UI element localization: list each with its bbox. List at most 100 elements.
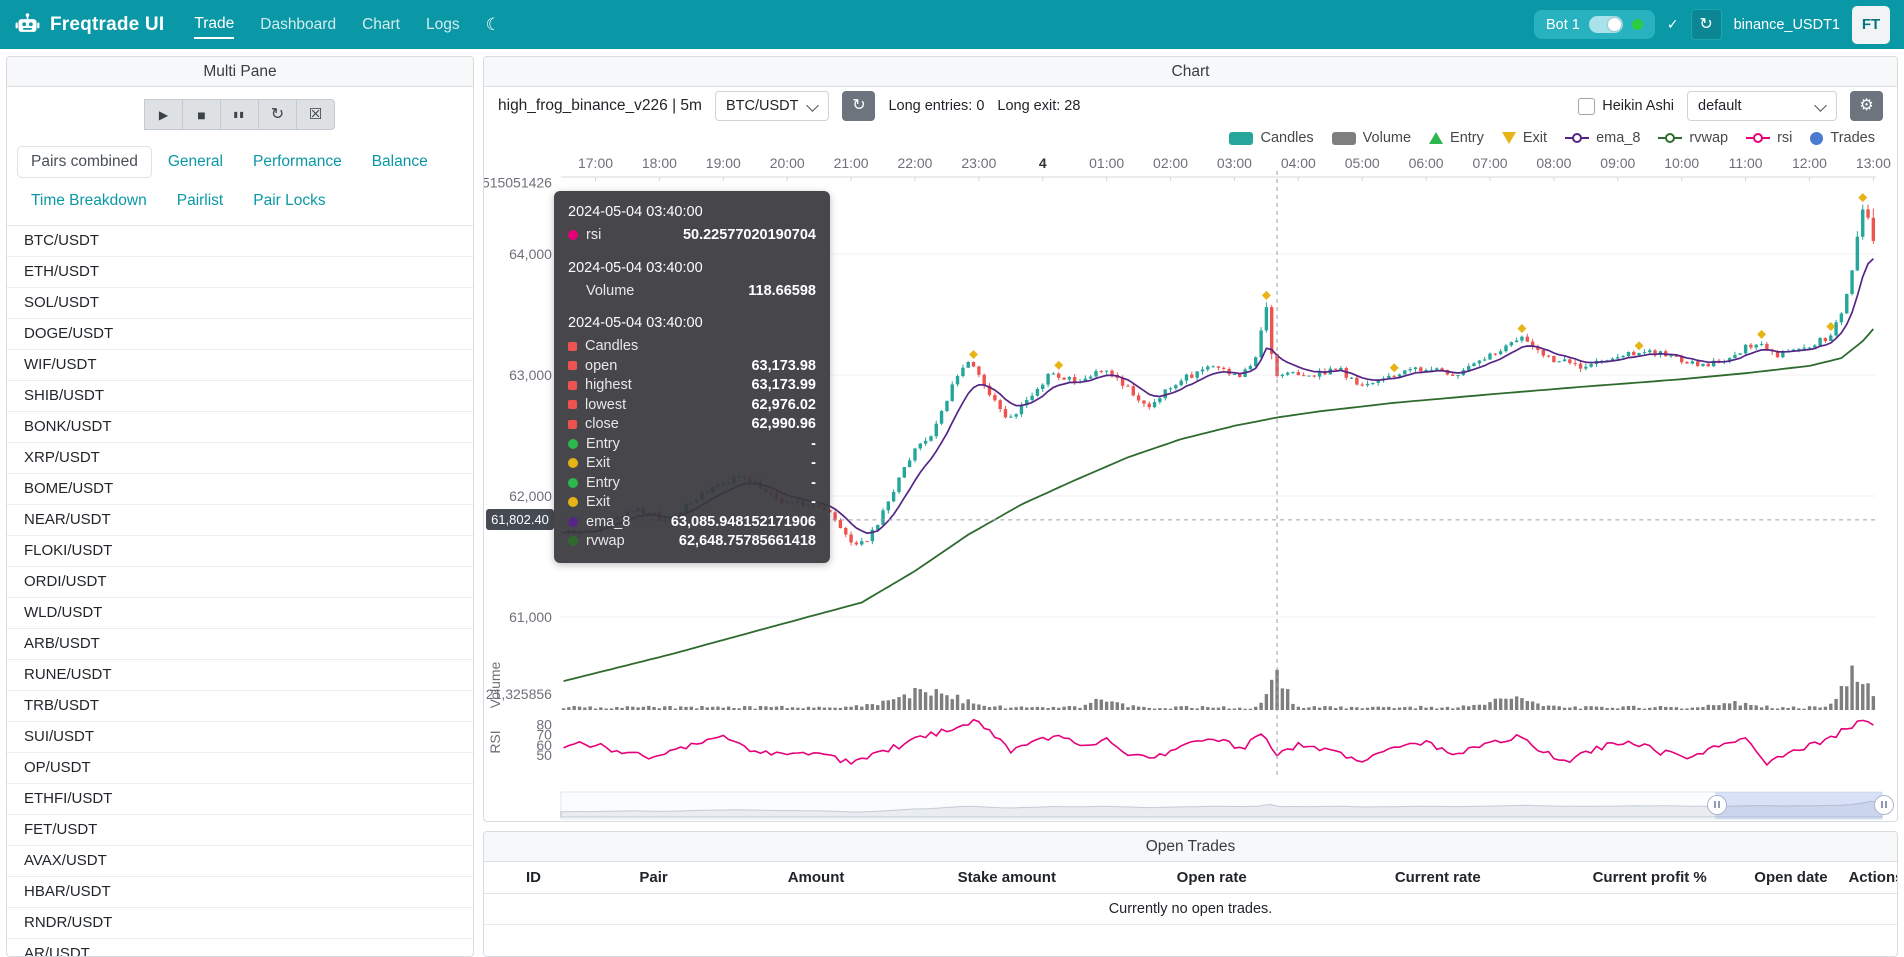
refresh-chart-button[interactable]: ↻ — [842, 91, 875, 121]
svg-text:515051426: 515051426 — [484, 175, 552, 191]
svg-text:09:00: 09:00 — [1600, 155, 1635, 171]
chart-legend: Candles Volume Entry Exit ema_8 rvwap rsi Trade… — [484, 125, 1897, 151]
pair-list-item[interactable]: TRB/USDT — [7, 691, 473, 722]
pair-list-item[interactable]: ORDI/USDT — [7, 567, 473, 598]
svg-text:01:00: 01:00 — [1089, 155, 1124, 171]
heikin-ashi-checkbox[interactable] — [1578, 98, 1595, 115]
long-exit-label: Long exit: 28 — [997, 98, 1080, 114]
theme-toggle-icon[interactable]: ☾ — [486, 15, 501, 35]
pair-list-item[interactable]: AR/USDT — [7, 939, 473, 956]
reload-bot-button[interactable]: ↻ — [1691, 9, 1722, 40]
svg-text:61,000: 61,000 — [509, 609, 552, 625]
nav-link[interactable]: Dashboard — [260, 12, 336, 38]
freqtrade-robot-icon — [14, 11, 41, 38]
svg-text:50: 50 — [536, 747, 552, 763]
trades-column-header: Current rate — [1318, 862, 1558, 894]
top-navbar: Freqtrade UI TradeDashboardChartLogs ☾ B… — [0, 0, 1904, 49]
pair-list-item[interactable]: WIF/USDT — [7, 350, 473, 381]
nav-link[interactable]: Trade — [194, 11, 234, 39]
datazoom-left-handle[interactable] — [1707, 795, 1727, 815]
tab-balance[interactable]: Balance — [358, 146, 442, 178]
pair-list-item[interactable]: NEAR/USDT — [7, 505, 473, 536]
datazoom-right-handle[interactable] — [1874, 795, 1894, 815]
svg-text:07:00: 07:00 — [1473, 155, 1508, 171]
svg-text:62,000: 62,000 — [509, 488, 552, 504]
svg-text:02:00: 02:00 — [1153, 155, 1188, 171]
trades-column-header: Actions — [1840, 862, 1897, 894]
pair-list-item[interactable]: FLOKI/USDT — [7, 536, 473, 567]
svg-text:08:00: 08:00 — [1536, 155, 1571, 171]
bot-selector[interactable]: Bot 1 — [1534, 10, 1655, 39]
tab-pairs-combined[interactable]: Pairs combined — [17, 146, 152, 178]
plot-config-select[interactable]: default — [1687, 91, 1837, 121]
pair-list-item[interactable]: RUNE/USDT — [7, 660, 473, 691]
reload-button[interactable]: ↻ — [258, 99, 297, 130]
chart-canvas[interactable]: 17:0018:0019:0020:0021:0022:0023:00401:0… — [484, 151, 1897, 821]
pair-list-item[interactable]: BTC/USDT — [7, 226, 473, 257]
stop-icon: ■ — [197, 108, 205, 122]
legend-rvwap[interactable]: rvwap — [1658, 130, 1728, 146]
open-trades-panel: Open Trades IDPairAmountStake amountOpen… — [483, 831, 1898, 957]
legend-exit[interactable]: Exit — [1502, 130, 1547, 146]
tab-pairlist[interactable]: Pairlist — [163, 185, 238, 217]
legend-candles-marker — [1229, 132, 1253, 145]
pair-list-item[interactable]: WLD/USDT — [7, 598, 473, 629]
toggle-knob — [1608, 18, 1621, 31]
pair-list-item[interactable]: SUI/USDT — [7, 722, 473, 753]
bot-enable-toggle[interactable] — [1589, 16, 1623, 33]
pair-list-item[interactable]: DOGE/USDT — [7, 319, 473, 350]
sidebar-tabs: Pairs combinedGeneralPerformanceBalance T… — [7, 136, 473, 225]
pair-list-item[interactable]: ETHFI/USDT — [7, 784, 473, 815]
y-axis-pointer-label: 61,802.40 — [486, 509, 554, 530]
pair-list-item[interactable]: ARB/USDT — [7, 629, 473, 660]
pair-list: BTC/USDTETH/USDTSOL/USDTDOGE/USDTWIF/USD… — [7, 225, 473, 956]
nav-link[interactable]: Logs — [426, 12, 460, 38]
pair-list-item[interactable]: FET/USDT — [7, 815, 473, 846]
user-avatar[interactable]: FT — [1852, 6, 1890, 44]
pair-list-item[interactable]: HBAR/USDT — [7, 877, 473, 908]
tab-time-breakdown[interactable]: Time Breakdown — [17, 185, 161, 217]
pause-button[interactable]: ▮▮ — [220, 99, 259, 130]
chart-toolbar: high_frog_binance_v226 | 5m BTC/USDT ↻ L… — [484, 87, 1897, 125]
legend-rsi[interactable]: rsi — [1746, 130, 1792, 146]
check-icon: ✓ — [1667, 16, 1679, 33]
multi-pane-panel: Multi Pane ▶■▮▮↻☒ Pairs combinedGeneralP… — [6, 56, 474, 957]
nav-link[interactable]: Chart — [362, 12, 400, 38]
legend-entry[interactable]: Entry — [1429, 130, 1484, 146]
pair-list-item[interactable]: ETH/USDT — [7, 257, 473, 288]
chart-panel: Chart high_frog_binance_v226 | 5m BTC/US… — [483, 56, 1898, 822]
play-button[interactable]: ▶ — [144, 99, 183, 130]
open-trades-header: Open Trades — [484, 832, 1897, 862]
legend-ema-8[interactable]: ema_8 — [1565, 130, 1640, 146]
pair-list-item[interactable]: BONK/USDT — [7, 412, 473, 443]
stop-button[interactable]: ■ — [182, 99, 221, 130]
pair-list-item[interactable]: SHIB/USDT — [7, 381, 473, 412]
pair-list-item[interactable]: SOL/USDT — [7, 288, 473, 319]
tab-general[interactable]: General — [154, 146, 237, 178]
tab-performance[interactable]: Performance — [239, 146, 356, 178]
legend-rvwap-marker — [1658, 132, 1682, 145]
legend-volume[interactable]: Volume — [1332, 130, 1411, 146]
legend-trades[interactable]: Trades — [1810, 130, 1875, 146]
pair-list-item[interactable]: XRP/USDT — [7, 443, 473, 474]
pair-list-item[interactable]: BOME/USDT — [7, 474, 473, 505]
pair-list-item[interactable]: AVAX/USDT — [7, 846, 473, 877]
trades-column-header: Amount — [724, 862, 908, 894]
pair-list-item[interactable]: RNDR/USDT — [7, 908, 473, 939]
open-trades-table: IDPairAmountStake amountOpen rateCurrent… — [484, 862, 1897, 925]
legend-rsi-marker — [1746, 132, 1770, 145]
legend-entry-marker — [1429, 132, 1443, 144]
trades-column-header: Open date — [1742, 862, 1841, 894]
svg-text:11:00: 11:00 — [1729, 155, 1763, 171]
pair-list-item[interactable]: OP/USDT — [7, 753, 473, 784]
pair-select[interactable]: BTC/USDT — [715, 91, 830, 121]
plot-settings-gear-button[interactable]: ⚙ — [1850, 91, 1883, 121]
svg-text:12:00: 12:00 — [1792, 155, 1827, 171]
bot-name-label: Bot 1 — [1546, 17, 1580, 33]
tab-pair-locks[interactable]: Pair Locks — [239, 185, 339, 217]
legend-candles[interactable]: Candles — [1229, 130, 1313, 146]
chart-svg[interactable]: 17:0018:0019:0020:0021:0022:0023:00401:0… — [484, 151, 1897, 821]
svg-text:63,000: 63,000 — [509, 367, 552, 383]
reload-icon: ↻ — [271, 107, 284, 123]
clear-button[interactable]: ☒ — [296, 99, 335, 130]
